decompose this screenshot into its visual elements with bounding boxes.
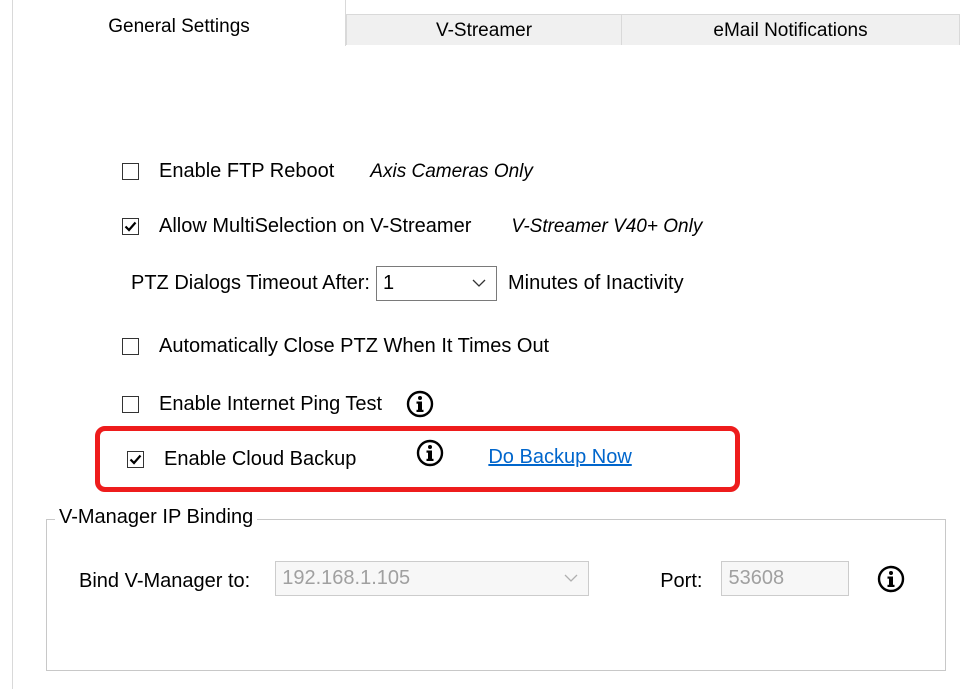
- tab-label: General Settings: [108, 16, 250, 37]
- ping-test-checkbox[interactable]: [122, 395, 139, 413]
- ftp-reboot-note: Axis Cameras Only: [370, 160, 533, 182]
- chevron-down-icon: [472, 279, 486, 287]
- info-icon[interactable]: [406, 390, 434, 418]
- tab-label: eMail Notifications: [713, 19, 868, 41]
- ptz-timeout-row: PTZ Dialogs Timeout After: 1 Minutes of …: [131, 266, 684, 301]
- checkmark-icon: [124, 221, 137, 232]
- info-icon[interactable]: [416, 439, 444, 467]
- tab-v-streamer[interactable]: V-Streamer: [346, 14, 622, 47]
- cloud-backup-label: Enable Cloud Backup: [164, 448, 357, 470]
- multiselection-row: Allow MultiSelection on V-Streamer V-Str…: [122, 215, 702, 238]
- auto-close-ptz-checkbox[interactable]: [122, 338, 139, 355]
- ping-test-row: Enable Internet Ping Test: [122, 390, 434, 418]
- ftp-reboot-checkbox[interactable]: [122, 163, 139, 180]
- multiselection-note: V-Streamer V40+ Only: [511, 215, 703, 237]
- bind-ip-value: 192.168.1.105: [282, 567, 411, 589]
- port-input[interactable]: 53608: [721, 561, 850, 596]
- ptz-timeout-value: 1: [382, 272, 395, 294]
- auto-close-ptz-row: Automatically Close PTZ When It Times Ou…: [122, 335, 549, 358]
- multiselection-label: Allow MultiSelection on V-Streamer: [159, 215, 472, 237]
- port-value: 53608: [728, 567, 785, 589]
- tab-email-notifications[interactable]: eMail Notifications: [621, 14, 960, 47]
- ping-test-label: Enable Internet Ping Test: [159, 392, 383, 415]
- ftp-reboot-row: Enable FTP Reboot Axis Cameras Only: [122, 160, 533, 183]
- settings-window: V-Streamer eMail Notifications General S…: [0, 0, 960, 689]
- checkmark-icon: [129, 454, 142, 465]
- cloud-backup-checkbox[interactable]: [127, 451, 144, 468]
- auto-close-ptz-label: Automatically Close PTZ When It Times Ou…: [159, 335, 550, 357]
- bind-ip-select[interactable]: 192.168.1.105: [275, 561, 590, 596]
- tab-general-settings[interactable]: General Settings: [12, 0, 346, 46]
- bind-label: Bind V-Manager to:: [79, 570, 251, 592]
- do-backup-now-link[interactable]: Do Backup Now: [488, 446, 631, 469]
- ip-binding-title: V-Manager IP Binding: [55, 506, 258, 529]
- info-icon[interactable]: [877, 565, 905, 593]
- bind-row: Bind V-Manager to: 192.168.1.105 Port: 5…: [79, 561, 905, 596]
- tab-label: V-Streamer: [435, 19, 533, 41]
- ptz-timeout-select[interactable]: 1: [375, 266, 497, 301]
- ptz-timeout-suffix: Minutes of Inactivity: [507, 272, 684, 294]
- ptz-timeout-label: PTZ Dialogs Timeout After:: [131, 272, 370, 294]
- chevron-down-icon: [564, 574, 578, 582]
- port-label: Port:: [660, 570, 703, 592]
- multiselection-checkbox[interactable]: [122, 218, 139, 235]
- ftp-reboot-label: Enable FTP Reboot: [159, 160, 335, 182]
- tab-strip: V-Streamer eMail Notifications General S…: [0, 0, 960, 47]
- cloud-backup-row: Enable Cloud Backup Do Backup Now: [127, 439, 632, 471]
